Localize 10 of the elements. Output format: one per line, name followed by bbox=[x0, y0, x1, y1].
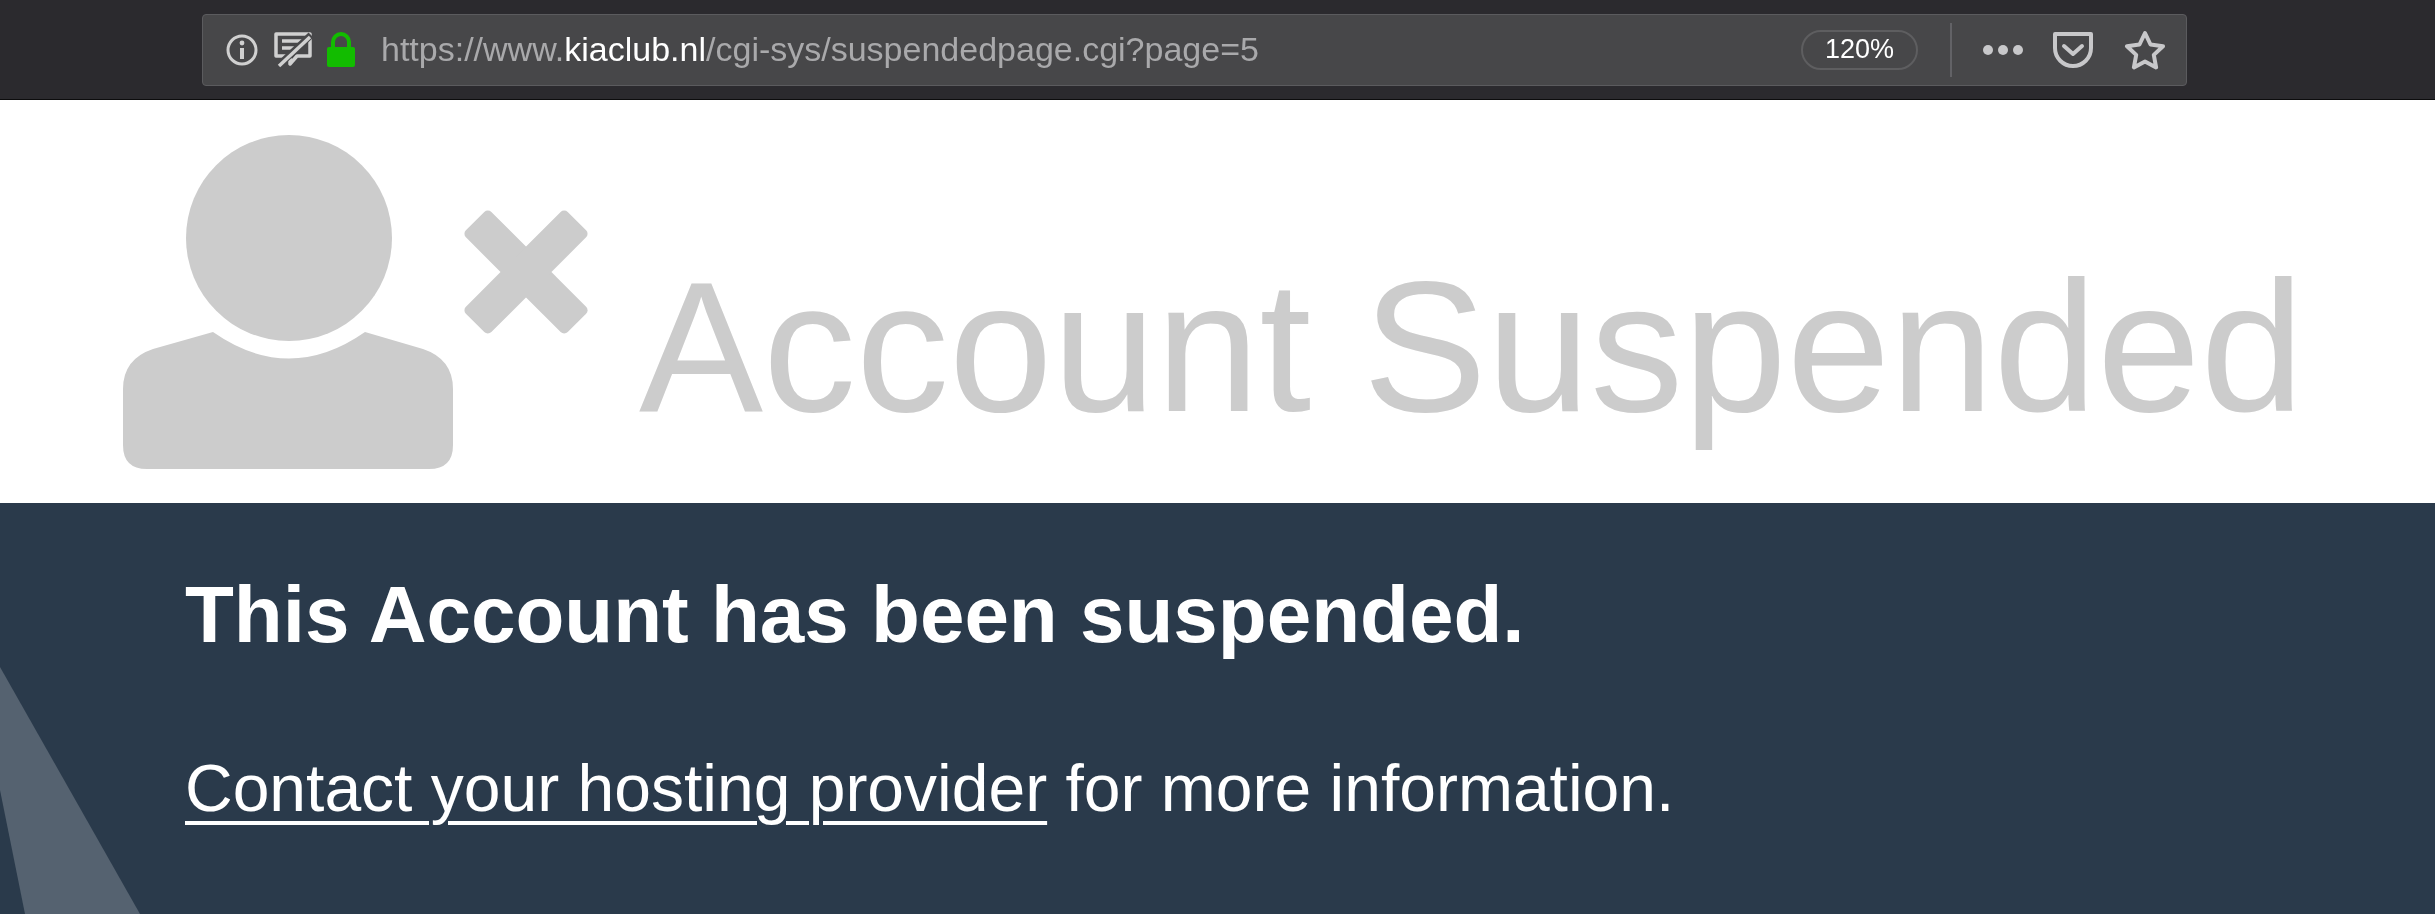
address-bar[interactable]: https://www.kiaclub.nl/cgi-sys/suspendedpage.cgi?page=5 120% bbox=[202, 13, 2187, 86]
more-icon[interactable] bbox=[1982, 43, 2024, 56]
zoom-level[interactable]: 120% bbox=[1800, 29, 1918, 70]
permissions-icon[interactable] bbox=[273, 30, 315, 69]
info-icon[interactable] bbox=[225, 32, 259, 67]
url-text[interactable]: https://www.kiaclub.nl/cgi-sys/suspendedpage.cgi?page=5 bbox=[381, 24, 1259, 75]
contact-link[interactable]: Contact your hosting provider bbox=[185, 751, 1048, 825]
star-icon[interactable] bbox=[2124, 29, 2166, 70]
lock-icon[interactable] bbox=[325, 31, 357, 68]
pocket-icon[interactable] bbox=[2052, 30, 2094, 69]
